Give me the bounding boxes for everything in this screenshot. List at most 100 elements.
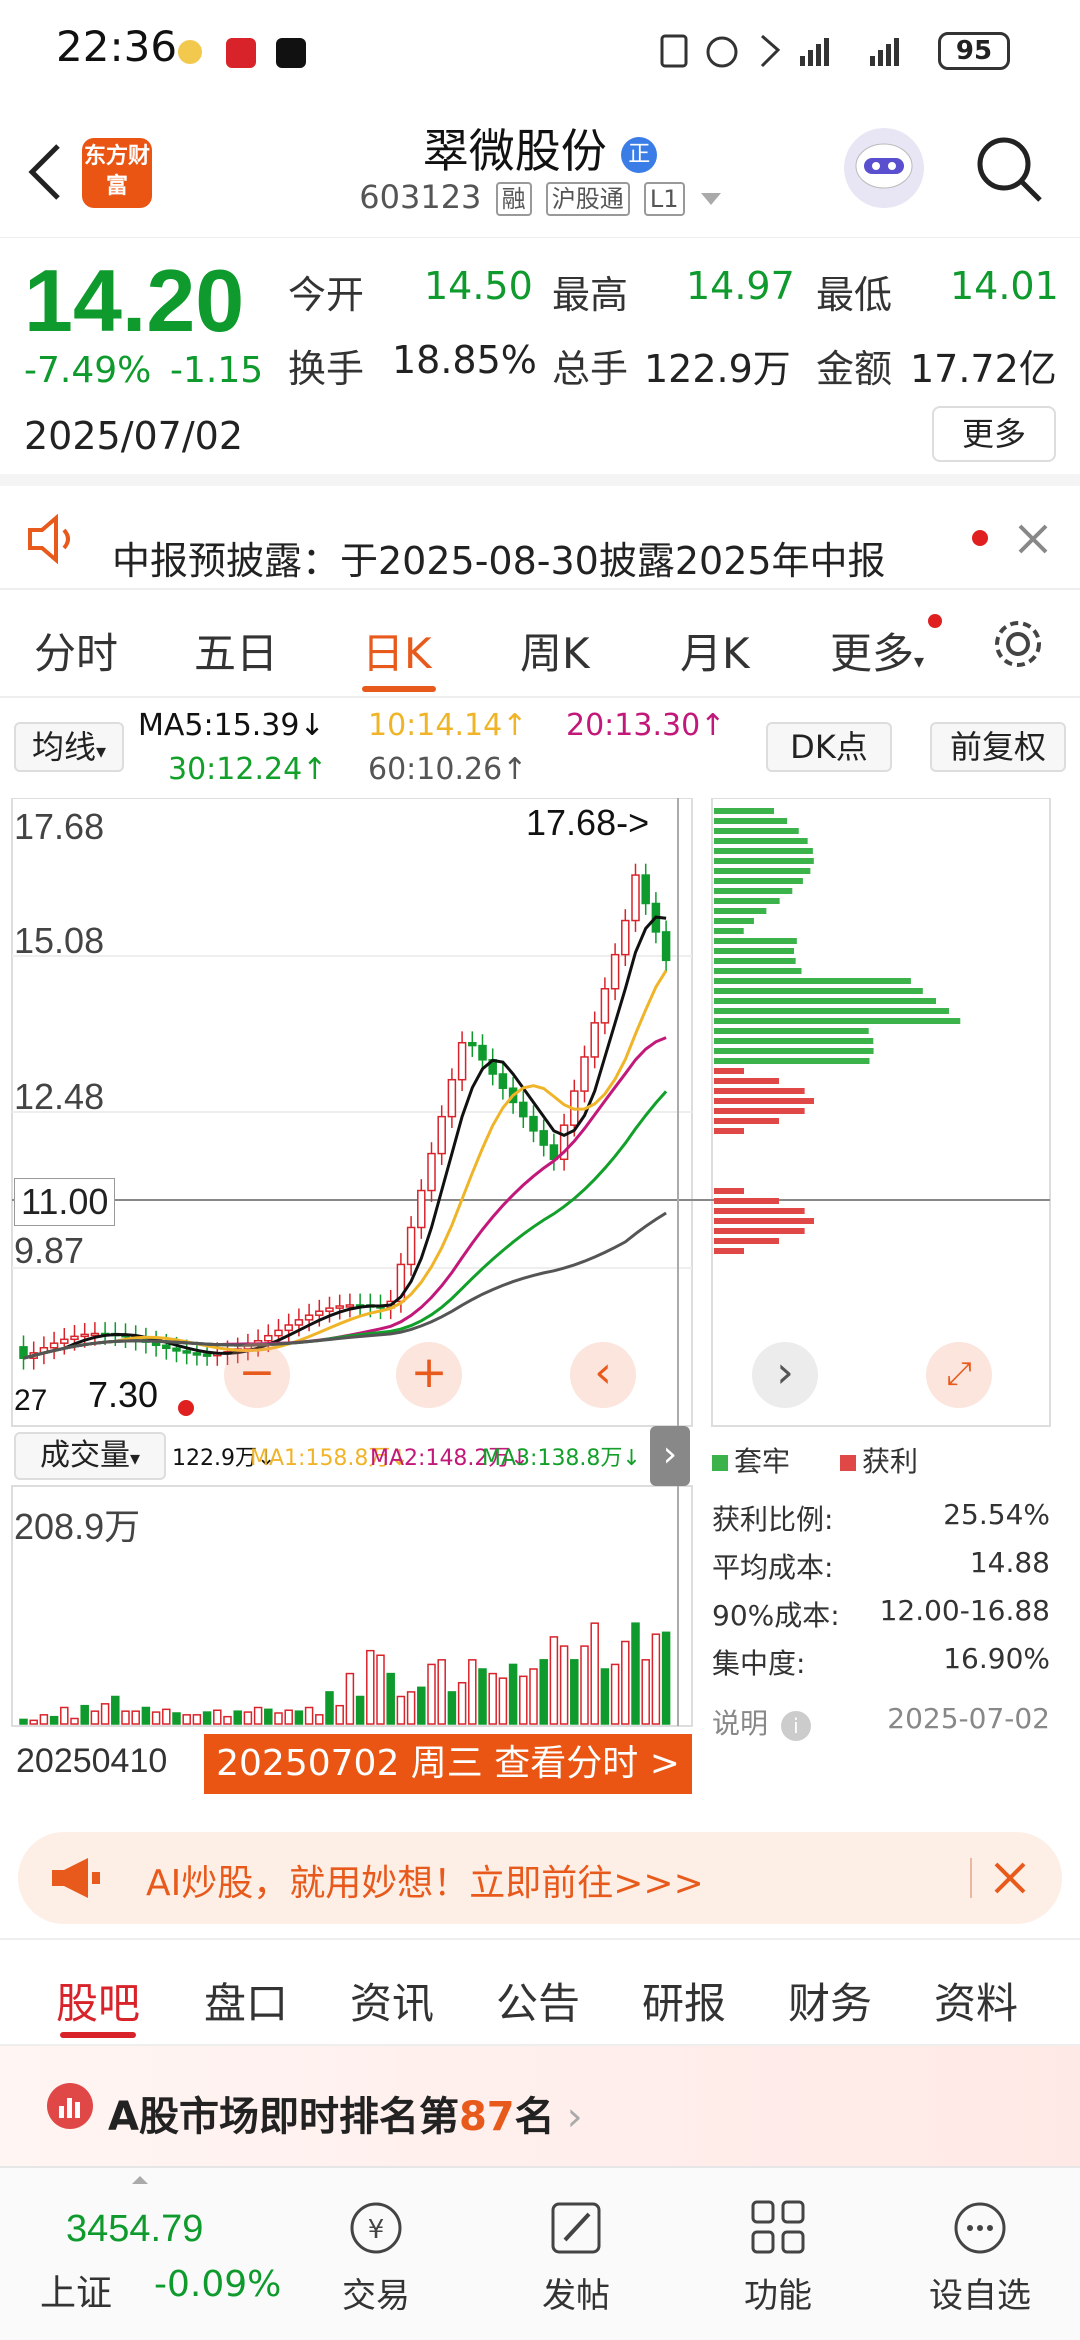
zoom-in-button[interactable]: + bbox=[396, 1342, 462, 1408]
volume-value: 122.9万 bbox=[644, 347, 791, 391]
price-adjust-button[interactable]: 前复权 bbox=[930, 722, 1066, 772]
tab-news[interactable]: 资讯 bbox=[350, 1970, 434, 2031]
scroll-left-button[interactable]: ‹ bbox=[570, 1342, 636, 1408]
notice-bar[interactable]: 中报预披露：于2025-08-30披露2025年中报 bbox=[0, 486, 1080, 590]
market-ranking-banner[interactable]: A股市场即时排名第87名 › bbox=[0, 2046, 1080, 2166]
tab-announcements[interactable]: 公告 bbox=[496, 1970, 580, 2031]
tab-profile[interactable]: 资料 bbox=[934, 1970, 1018, 2031]
stat-value: 12.00-16.88 bbox=[879, 1594, 1050, 1627]
zoom-out-button[interactable]: − bbox=[224, 1342, 290, 1408]
tab-weekly-k[interactable]: 周K bbox=[520, 620, 590, 681]
megaphone-icon bbox=[48, 1854, 104, 1902]
stat-label: 集中度: bbox=[712, 1647, 806, 1680]
tab-five-day[interactable]: 五日 bbox=[194, 620, 278, 681]
volume-bar bbox=[366, 1649, 375, 1725]
nav-add-watchlist[interactable]: 设自选 bbox=[910, 2268, 1050, 2317]
nav-post[interactable]: 发帖 bbox=[506, 2268, 646, 2317]
kline-candle bbox=[661, 931, 671, 962]
chip-bar bbox=[714, 948, 795, 954]
fullscreen-icon[interactable]: ⤢ bbox=[926, 1342, 992, 1408]
ai-promo-banner[interactable]: AI炒股，就用妙想！立即前往>>> bbox=[18, 1832, 1062, 1924]
ranking-prefix: A股市场即时排名第 bbox=[108, 2094, 459, 2140]
ma-line bbox=[23, 969, 668, 1360]
nav-trade[interactable]: 交易 bbox=[306, 2268, 446, 2317]
chip-bar bbox=[714, 1218, 814, 1224]
volume-bar bbox=[182, 1714, 191, 1725]
close-icon[interactable] bbox=[1016, 522, 1050, 556]
volume-bar bbox=[376, 1654, 385, 1725]
index-name: 上证 bbox=[40, 2273, 113, 2314]
volume-bar bbox=[590, 1622, 599, 1725]
index-ticker[interactable]: 3454.79 上证 -0.09% bbox=[20, 2168, 290, 2340]
view-intraday-button[interactable]: 20250702 周三 查看分时 > bbox=[204, 1734, 692, 1794]
chip-bar bbox=[714, 1008, 949, 1014]
y-label-5: 9.87 bbox=[14, 1230, 85, 1271]
index-change: -0.09% bbox=[154, 2264, 282, 2305]
post-edit-icon bbox=[506, 2198, 646, 2262]
volume-bar bbox=[610, 1663, 620, 1725]
chip-bar bbox=[714, 868, 811, 874]
dk-point-button[interactable]: DK点 bbox=[766, 722, 892, 772]
tab-order-book[interactable]: 盘口 bbox=[204, 1970, 288, 2031]
bar-chart-icon bbox=[46, 2082, 94, 2130]
volume-bar bbox=[437, 1659, 446, 1725]
volume-bar bbox=[498, 1677, 508, 1725]
kline-candle bbox=[468, 1041, 477, 1047]
volume-bar bbox=[192, 1714, 202, 1725]
close-icon[interactable] bbox=[992, 1860, 1028, 1896]
volume-bar bbox=[549, 1636, 559, 1725]
kline-candle bbox=[580, 1056, 589, 1092]
period-tabs: 分时 五日 日K 周K 月K 更多▾ bbox=[0, 590, 1080, 698]
margin-tag: 融 bbox=[495, 182, 532, 216]
stock-code: 603123 bbox=[359, 178, 482, 216]
volume-bar bbox=[315, 1714, 324, 1725]
kline-candle bbox=[519, 1101, 528, 1118]
expand-panel-icon[interactable]: › bbox=[650, 1426, 690, 1486]
info-icon: i bbox=[780, 1711, 811, 1741]
tab-daily-k[interactable]: 日K bbox=[362, 620, 432, 681]
ma-selector-label: 均线 bbox=[31, 728, 96, 766]
volume-bar bbox=[580, 1645, 589, 1725]
chip-note-row[interactable]: 说明 i 2025-07-02 bbox=[712, 1702, 1050, 1742]
tab-financials[interactable]: 财务 bbox=[788, 1970, 872, 2031]
dropdown-caret-icon[interactable] bbox=[700, 193, 721, 205]
stat-label: 平均成本: bbox=[712, 1551, 834, 1584]
volume-bar bbox=[559, 1645, 569, 1725]
assistant-robot-icon[interactable] bbox=[844, 128, 924, 208]
scroll-right-button[interactable]: › bbox=[752, 1342, 818, 1408]
volume-bar bbox=[29, 1719, 38, 1725]
kline-candle bbox=[498, 1073, 508, 1089]
turnover-value: 18.85% bbox=[392, 338, 537, 382]
chip-bar bbox=[714, 918, 754, 924]
tab-more[interactable]: 更多▾ bbox=[830, 620, 924, 681]
more-quote-button[interactable]: 更多 bbox=[932, 406, 1056, 462]
tab-intraday[interactable]: 分时 bbox=[34, 620, 118, 681]
kline-chart-area[interactable]: 17.68 15.08 12.48 11.00 9.87 17.68-> 7.3… bbox=[0, 798, 1080, 1816]
volume-bar bbox=[417, 1686, 426, 1725]
settings-gear-icon[interactable] bbox=[990, 616, 1046, 672]
chip-bar bbox=[714, 928, 744, 934]
chip-bar bbox=[714, 1248, 744, 1254]
kline-candle bbox=[315, 1310, 324, 1316]
ma-line bbox=[23, 1211, 667, 1360]
kline-candle bbox=[621, 919, 630, 956]
nav-functions[interactable]: 功能 bbox=[708, 2268, 848, 2317]
search-icon[interactable] bbox=[974, 134, 1046, 206]
turnover-label: 换手 bbox=[288, 347, 365, 391]
tab-forum[interactable]: 股吧 bbox=[56, 1970, 140, 2031]
tab-research[interactable]: 研报 bbox=[642, 1970, 726, 2031]
add-watchlist-icon bbox=[910, 2198, 1050, 2262]
stat-profit-ratio: 获利比例: 25.54% bbox=[712, 1498, 1050, 1538]
volume-bar bbox=[90, 1710, 100, 1725]
kline-candle bbox=[539, 1130, 548, 1146]
kline-candle bbox=[447, 1078, 457, 1118]
ma-selector-button[interactable]: 均线▾ bbox=[14, 722, 124, 772]
volume-bar bbox=[641, 1659, 650, 1725]
chip-bar bbox=[714, 888, 793, 894]
stock-header: 东方财富 翠微股份 正 603123 融 沪股通 L1 bbox=[0, 100, 1080, 238]
open-label: 今开 bbox=[288, 273, 365, 317]
caret-down-icon: ▾ bbox=[129, 1446, 141, 1470]
tab-monthly-k[interactable]: 月K bbox=[680, 620, 750, 681]
legend-profit: 获利 bbox=[840, 1440, 918, 1480]
volume-selector-button[interactable]: 成交量▾ bbox=[14, 1432, 166, 1480]
